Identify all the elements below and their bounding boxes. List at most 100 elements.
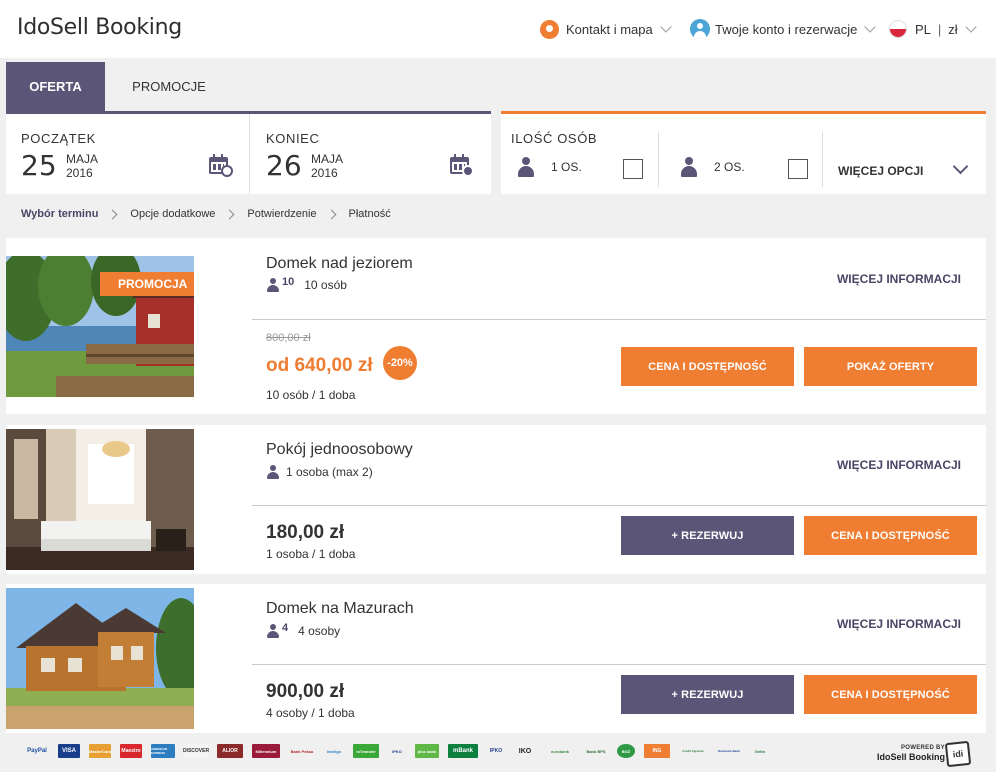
persons-2-checkbox[interactable]: [788, 159, 808, 179]
persons-selector: ILOŚĆ OSÓB 1 OS. 2 OS. WIĘCEJ OPCJI: [501, 111, 986, 194]
breadcrumb: Wybór terminu Opcje dodatkowe Potwierdze…: [21, 208, 391, 220]
price-availability-button[interactable]: CENA I DOSTĘPNOŚĆ: [621, 347, 794, 386]
divider: [658, 132, 659, 187]
price-per-unit: 10 osób / 1 doba: [266, 388, 356, 402]
deutsche-bank-logo: Deutsche Bank: [718, 749, 740, 753]
end-date-picker[interactable]: KONIEC 26 MAJA 2016: [251, 114, 491, 194]
idosell-badge-icon[interactable]: idi: [944, 740, 972, 768]
mastercard-logo: MasterCard: [89, 744, 111, 758]
location-pin-icon: [540, 19, 559, 39]
persons-label: ILOŚĆ OSÓB: [511, 131, 598, 146]
end-day: 26: [266, 149, 302, 182]
chevron-down-icon: [660, 20, 672, 33]
person-icon: [266, 624, 280, 638]
offer-photo-lake-cabin[interactable]: PROMOCJA: [6, 256, 194, 397]
tab-offer[interactable]: OFERTA: [6, 62, 105, 111]
book-button[interactable]: + REZERWUJ: [621, 516, 794, 555]
breadcrumb-step-options: Opcje dodatkowe: [130, 208, 216, 220]
persons-option-2[interactable]: 2 OS.: [679, 154, 745, 180]
discover-logo: DISCOVER: [183, 744, 209, 758]
divider: [252, 664, 986, 665]
show-offers-button[interactable]: POKAŻ OFERTY: [804, 347, 977, 386]
currency-label: zł: [948, 21, 958, 37]
offer-card: PROMOCJA Domek nad jeziorem 10 10 osób W…: [6, 238, 986, 414]
divider: [252, 319, 986, 320]
inteligo-logo: Inteligo: [326, 748, 342, 754]
account-label: Twoje konto i rezerwacje: [715, 21, 858, 37]
offer-price: 180,00 zł: [266, 522, 345, 543]
chevron-right-icon: [326, 209, 336, 219]
old-price: 800,00 zł: [266, 332, 311, 344]
offer-capacity: 4 4 osoby: [266, 621, 340, 638]
eurobank-logo: eurobank: [550, 748, 569, 754]
chevron-down-icon: [965, 20, 977, 33]
persons-option-1[interactable]: 1 OS.: [516, 154, 582, 180]
user-icon: [690, 19, 710, 39]
price-availability-button[interactable]: CENA I DOSTĘPNOŚĆ: [804, 516, 977, 555]
breadcrumb-step-date[interactable]: Wybór terminu: [21, 208, 98, 220]
offer-price: 900,00 zł: [266, 681, 345, 702]
chevron-down-icon[interactable]: [952, 158, 969, 175]
persons-option-1-label: 1 OS.: [551, 160, 582, 174]
price-per-unit: 4 osoby / 1 doba: [266, 706, 355, 720]
ipko-logo: IPKO: [489, 748, 503, 754]
offer-name[interactable]: Pokój jednoosobowy: [266, 441, 413, 459]
price-availability-button[interactable]: CENA I DOSTĘPNOŚĆ: [804, 675, 977, 714]
alior-logo: ALIOR: [217, 744, 243, 758]
separator: |: [937, 21, 942, 37]
offer-photo-single-room[interactable]: [6, 429, 194, 570]
top-header: IdoSell Booking Kontakt i mapa Twoje kon…: [0, 0, 996, 58]
logo[interactable]: IdoSell Booking: [17, 15, 182, 40]
amex-logo: AMERICAN EXPRESS: [151, 744, 175, 758]
offer-name[interactable]: Domek nad jeziorem: [266, 255, 413, 273]
offer-capacity: 10 10 osób: [266, 275, 347, 292]
end-month-year: MAJA 2016: [311, 152, 344, 180]
ipko-logo: iPKO: [392, 748, 402, 754]
maestro-logo: Maestro: [120, 744, 142, 758]
capacity-count: 4: [282, 621, 289, 634]
offer-capacity: 1 osoba (max 2): [266, 465, 373, 479]
iko-logo: IKO: [518, 747, 532, 755]
chevron-down-icon: [864, 20, 877, 33]
capacity-count: 10: [282, 275, 295, 288]
book-button[interactable]: + REZERWUJ: [621, 675, 794, 714]
person-icon: [266, 465, 280, 479]
promo-badge: PROMOCJA: [100, 272, 194, 296]
offer-name[interactable]: Domek na Mazurach: [266, 600, 414, 618]
person-icon: [679, 157, 699, 177]
start-date-label: POCZĄTEK: [21, 131, 96, 146]
payment-methods: PayPal VISA MasterCard Maestro AMERICAN …: [25, 744, 778, 758]
contact-map-label: Kontakt i mapa: [566, 21, 653, 37]
contact-map-menu[interactable]: Kontakt i mapa: [540, 18, 672, 40]
account-menu[interactable]: Twoje konto i rezerwacje: [690, 18, 877, 40]
visa-logo: VISA: [58, 744, 80, 758]
start-month-year: MAJA 2016: [66, 152, 99, 180]
persons-1-checkbox[interactable]: [623, 159, 643, 179]
language-currency-menu[interactable]: PL | zł: [889, 18, 977, 40]
divider: [822, 132, 823, 187]
persons-option-2-label: 2 OS.: [714, 160, 745, 174]
start-date-picker[interactable]: POCZĄTEK 25 MAJA 2016: [6, 114, 250, 194]
bps-logo: Bank BPS: [586, 748, 606, 754]
divider: [252, 505, 986, 506]
offer-photo-log-house[interactable]: [6, 588, 194, 729]
calendar-icon[interactable]: [450, 154, 474, 177]
person-icon: [516, 157, 536, 177]
plusbank-logo: plus bank: [415, 744, 439, 758]
offer-price: od 640,00 zł: [266, 355, 373, 376]
powered-by: POWERED BY IdoSell Booking: [876, 745, 945, 762]
calendar-icon[interactable]: [209, 154, 233, 177]
getin-logo: Getin: [754, 748, 766, 754]
more-info-link[interactable]: WIĘCEJ INFORMACJI: [837, 458, 961, 472]
offer-card: Domek na Mazurach 4 4 osoby WIĘCEJ INFOR…: [6, 584, 986, 733]
millennium-logo: Millennium: [252, 744, 280, 758]
more-info-link[interactable]: WIĘCEJ INFORMACJI: [837, 272, 961, 286]
discount-badge: -20%: [383, 346, 417, 380]
tab-promotions[interactable]: PROMOCJE: [114, 62, 224, 111]
person-icon: [266, 278, 280, 292]
more-info-link[interactable]: WIĘCEJ INFORMACJI: [837, 617, 961, 631]
start-day: 25: [21, 149, 57, 182]
more-options-button[interactable]: WIĘCEJ OPCJI: [838, 164, 923, 178]
ing-logo: ING: [644, 744, 670, 758]
chevron-right-icon: [107, 209, 118, 219]
